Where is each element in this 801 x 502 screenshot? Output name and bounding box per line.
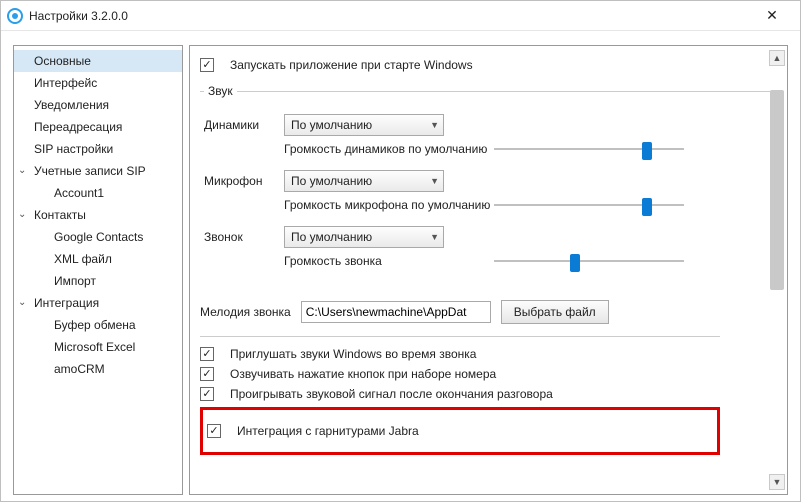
speakers-volume-slider[interactable]: [494, 142, 684, 156]
chevron-down-icon: ▼: [430, 176, 439, 186]
mute-windows-checkbox[interactable]: [200, 347, 214, 361]
sound-legend: Звук: [204, 84, 237, 98]
scroll-down-icon[interactable]: ▼: [769, 474, 785, 490]
separator: [200, 336, 720, 337]
slider-thumb[interactable]: [642, 142, 652, 160]
run-on-startup-label: Запускать приложение при старте Windows: [230, 58, 473, 72]
scroll-thumb[interactable]: [770, 90, 784, 290]
content-pane: Запускать приложение при старте Windows …: [189, 45, 788, 495]
microphone-volume-slider[interactable]: [494, 198, 684, 212]
ring-volume-label: Громкость звонка: [204, 254, 494, 268]
jabra-row: Интеграция с гарнитурами Jabra: [207, 424, 707, 438]
app-icon: [7, 8, 23, 24]
ringtone-path-field[interactable]: [301, 301, 491, 323]
microphone-label: Микрофон: [204, 174, 284, 188]
window-body: Основные Интерфейс Уведомления Переадрес…: [1, 31, 800, 501]
chevron-down-icon: ⌄: [18, 297, 26, 308]
speakers-dropdown[interactable]: По умолчанию ▼: [284, 114, 444, 136]
run-on-startup-checkbox[interactable]: [200, 58, 214, 72]
mute-windows-row: Приглушать звуки Windows во время звонка: [200, 347, 771, 361]
scroll-up-icon[interactable]: ▲: [769, 50, 785, 66]
jabra-highlight: Интеграция с гарнитурами Jabra: [200, 407, 720, 455]
window-title: Настройки 3.2.0.0: [29, 9, 128, 23]
chevron-down-icon: ⌄: [18, 165, 26, 176]
sidebar-item-general[interactable]: Основные: [14, 50, 182, 72]
sidebar-item-integration[interactable]: ⌄Интеграция: [14, 292, 182, 314]
slider-thumb[interactable]: [642, 198, 652, 216]
sidebar-item-clipboard[interactable]: Буфер обмена: [14, 314, 182, 336]
sidebar-item-notifications[interactable]: Уведомления: [14, 94, 182, 116]
ring-label: Звонок: [204, 230, 284, 244]
ring-volume-slider[interactable]: [494, 254, 684, 268]
sidebar-item-import[interactable]: Импорт: [14, 270, 182, 292]
microphone-volume-label: Громкость микрофона по умолчанию: [204, 198, 494, 212]
jabra-checkbox[interactable]: [207, 424, 221, 438]
sidebar-item-google-contacts[interactable]: Google Contacts: [14, 226, 182, 248]
sidebar-item-sip-settings[interactable]: SIP настройки: [14, 138, 182, 160]
sidebar-item-sip-accounts[interactable]: ⌄Учетные записи SIP: [14, 160, 182, 182]
end-call-sound-row: Проигрывать звуковой сигнал после оконча…: [200, 387, 771, 401]
close-icon[interactable]: ✕: [752, 7, 792, 24]
sidebar-item-forwarding[interactable]: Переадресация: [14, 116, 182, 138]
sidebar-item-interface[interactable]: Интерфейс: [14, 72, 182, 94]
key-sounds-row: Озвучивать нажатие кнопок при наборе ном…: [200, 367, 771, 381]
sidebar: Основные Интерфейс Уведомления Переадрес…: [13, 45, 183, 495]
ring-dropdown[interactable]: По умолчанию ▼: [284, 226, 444, 248]
settings-window: Настройки 3.2.0.0 ✕ Основные Интерфейс У…: [0, 0, 801, 502]
slider-thumb[interactable]: [570, 254, 580, 272]
run-on-startup-row: Запускать приложение при старте Windows: [200, 58, 771, 72]
ringtone-label: Мелодия звонка: [200, 305, 291, 319]
sidebar-item-excel[interactable]: Microsoft Excel: [14, 336, 182, 358]
sidebar-item-xml-file[interactable]: XML файл: [14, 248, 182, 270]
sidebar-item-account1[interactable]: Account1: [14, 182, 182, 204]
sidebar-item-contacts[interactable]: ⌄Контакты: [14, 204, 182, 226]
content-scrollbar[interactable]: ▲ ▼: [769, 50, 785, 490]
key-sounds-checkbox[interactable]: [200, 367, 214, 381]
titlebar: Настройки 3.2.0.0 ✕: [1, 1, 800, 31]
speakers-label: Динамики: [204, 118, 284, 132]
chevron-down-icon: ⌄: [18, 209, 26, 220]
sound-group: Звук Динамики По умолчанию ▼ Громкость д…: [200, 84, 771, 282]
sidebar-item-amocrm[interactable]: amoCRM: [14, 358, 182, 380]
choose-file-button[interactable]: Выбрать файл: [501, 300, 609, 324]
end-call-sound-checkbox[interactable]: [200, 387, 214, 401]
speakers-volume-label: Громкость динамиков по умолчанию: [204, 142, 494, 156]
chevron-down-icon: ▼: [430, 120, 439, 130]
microphone-dropdown[interactable]: По умолчанию ▼: [284, 170, 444, 192]
chevron-down-icon: ▼: [430, 232, 439, 242]
